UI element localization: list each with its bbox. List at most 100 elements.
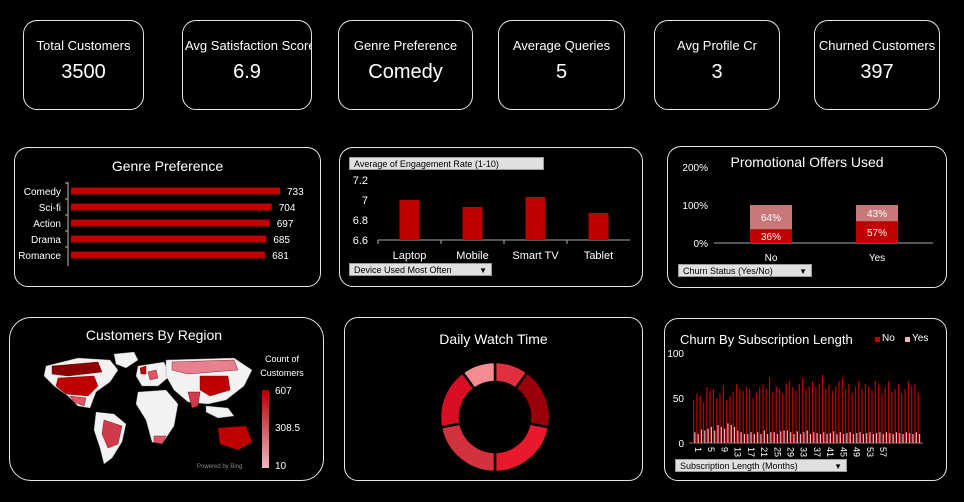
bar-no xyxy=(874,380,876,443)
data-label: 64% xyxy=(761,213,781,224)
bar-no xyxy=(845,389,847,443)
kpi-title: Avg Satisfaction Score xyxy=(185,38,311,53)
bar-no xyxy=(864,383,867,443)
x-tick-label: 29 xyxy=(786,447,796,457)
bar-yes xyxy=(879,432,881,443)
kpi-title: Genre Preference xyxy=(353,38,458,53)
x-tick-label: 21 xyxy=(759,447,769,457)
bar xyxy=(71,203,272,211)
bar-no xyxy=(838,380,840,443)
bar-yes xyxy=(800,434,802,443)
bar-yes xyxy=(918,434,921,443)
y-tick-label: 50 xyxy=(673,394,685,405)
category-label: Smart TV xyxy=(512,250,559,262)
bar xyxy=(588,213,609,240)
chevron-down-icon: ▼ xyxy=(479,266,487,275)
bar-no xyxy=(788,380,791,443)
bar-yes xyxy=(809,434,812,443)
bar-yes xyxy=(786,430,789,443)
bar-no xyxy=(712,389,715,443)
bar-no xyxy=(868,386,870,443)
category-label: Yes xyxy=(869,253,885,264)
kpi-value: 3 xyxy=(711,61,723,83)
bar-yes xyxy=(912,434,914,443)
data-label: 57% xyxy=(867,228,887,239)
promo-offers-panel: Promotional Offers Used 200% 100% 0% 36% 64%… xyxy=(667,146,947,288)
map-credit: Powered by Bing xyxy=(197,464,243,470)
x-tick-label: 45 xyxy=(838,447,848,457)
bar-no xyxy=(914,383,916,443)
bar-yes xyxy=(902,434,904,443)
bar-yes xyxy=(829,433,831,443)
bar-yes xyxy=(819,434,822,443)
category-label: Sci-fi xyxy=(39,203,61,214)
bar-yes xyxy=(826,434,828,443)
category-label: Tablet xyxy=(584,250,613,262)
y-tick-label: 100 xyxy=(667,349,684,360)
genre-bar-chart: Comedy 733 Sci-fi 704 Action 697 Drama 685 Roman… xyxy=(18,182,304,266)
bar-yes xyxy=(856,433,858,443)
filter-button-label: Device Used Most Often xyxy=(354,265,452,275)
y-tick-label: 6.6 xyxy=(353,235,368,247)
bar-yes xyxy=(780,431,782,443)
bar-yes xyxy=(833,431,835,443)
x-tick-label: 25 xyxy=(772,447,782,457)
bar-yes xyxy=(895,432,898,443)
bar-yes xyxy=(852,434,855,443)
bar-yes xyxy=(866,433,868,443)
kpi-card-avg-satisfaction: Avg Satisfaction Score 6.9 xyxy=(182,20,312,110)
filter-button-label: Churn Status (Yes/No) xyxy=(683,266,773,276)
bar-no xyxy=(815,386,817,443)
engagement-panel: Average of Engagement Rate (1-10) 7.2 7 6.… xyxy=(339,147,643,287)
map-germany xyxy=(147,369,159,381)
kpi-card-total-customers: Total Customers 3500 xyxy=(23,20,144,110)
bar-yes xyxy=(727,423,729,443)
bar-no xyxy=(795,390,797,443)
bar-no xyxy=(693,399,695,443)
category-label: No xyxy=(765,253,778,264)
bar-yes xyxy=(737,430,739,443)
bar-yes xyxy=(790,432,792,443)
subscription-length-filter-button[interactable]: Subscription Length (Months) ▼ xyxy=(675,459,847,472)
bar-yes xyxy=(813,432,815,443)
map-india xyxy=(187,391,201,409)
bar-yes xyxy=(707,428,709,443)
chevron-down-icon: ▼ xyxy=(799,267,807,276)
bar-no xyxy=(907,380,909,443)
bar-yes xyxy=(839,432,841,443)
bar-yes xyxy=(766,434,769,443)
bar-no xyxy=(828,384,830,443)
bar-no xyxy=(775,386,777,443)
bar-no xyxy=(792,387,794,443)
bar-no xyxy=(739,389,741,443)
device-filter-button[interactable]: Device Used Most Often ▼ xyxy=(349,263,492,276)
donut-slice xyxy=(493,422,551,474)
x-tick-label: 53 xyxy=(865,447,875,457)
kpi-card-average-queries: Average Queries 5 xyxy=(498,20,625,110)
bar-yes xyxy=(743,434,746,443)
data-label: 43% xyxy=(867,209,887,220)
genre-preference-panel: Genre Preference Comedy 733 Sci-fi 704 Actio… xyxy=(14,147,321,287)
bar-no xyxy=(798,383,800,443)
data-label: 685 xyxy=(273,235,290,246)
bar-yes xyxy=(872,434,874,443)
bar-yes xyxy=(750,432,752,443)
bar-yes xyxy=(694,432,696,443)
bar-yes xyxy=(753,434,755,443)
bar-no xyxy=(818,383,820,443)
kpi-value: Comedy xyxy=(368,61,443,83)
bar-no xyxy=(699,396,701,443)
kpi-card-churned-customers: Churned Customers 397 xyxy=(814,20,940,110)
bar-no xyxy=(772,391,774,443)
bar-yes xyxy=(717,425,719,443)
bar-no xyxy=(782,393,784,443)
bar-no xyxy=(858,380,860,443)
bar-yes xyxy=(747,434,749,443)
y-tick-label: 100% xyxy=(682,201,708,212)
kpi-value: 397 xyxy=(860,61,894,83)
bar xyxy=(71,251,266,259)
churn-status-filter-button[interactable]: Churn Status (Yes/No) ▼ xyxy=(678,264,812,277)
bar-no xyxy=(769,377,771,443)
bar-no xyxy=(897,383,900,443)
x-tick-label: 33 xyxy=(799,447,809,457)
